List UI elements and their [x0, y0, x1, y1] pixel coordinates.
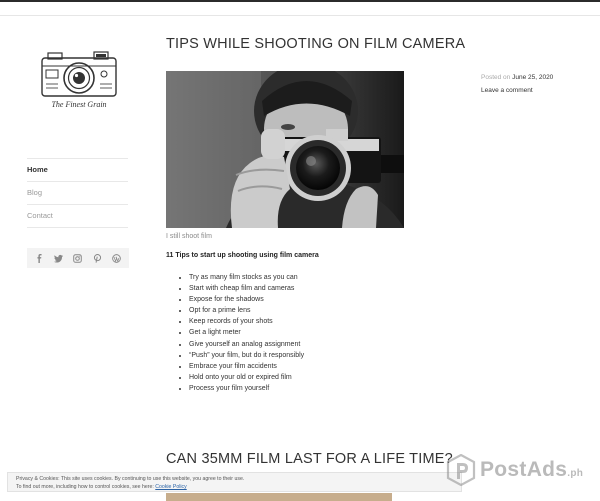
list-item: Try as many film stocks as you can	[189, 272, 304, 283]
list-item: Opt for a prime lens	[189, 305, 304, 316]
list-item: Hold onto your old or expired film	[189, 372, 304, 383]
cookie-banner: Privacy & Cookies: This site uses cookie…	[7, 472, 462, 492]
main-navigation: Home Blog Contact	[27, 158, 128, 228]
posted-on-label: Posted on	[481, 74, 511, 81]
site-logo[interactable]: The Finest Grain	[38, 46, 120, 114]
list-item: Start with cheap film and cameras	[189, 283, 304, 294]
post-title[interactable]: TIPS WHILE SHOOTING ON FILM CAMERA	[166, 36, 465, 52]
watermark-text: PostAds.ph	[480, 458, 583, 482]
next-post-image	[166, 493, 392, 501]
tips-list: Try as many film stocks as you can Start…	[178, 272, 304, 394]
top-bar	[0, 0, 600, 2]
tips-heading: 11 Tips to start up shooting using film …	[166, 252, 319, 259]
logo-text: The Finest Grain	[51, 100, 106, 109]
cookie-policy-link[interactable]: Cookie Policy	[155, 484, 186, 490]
list-item: Process your film yourself	[189, 383, 304, 394]
nav-item-blog[interactable]: Blog	[27, 181, 128, 204]
wordpress-icon[interactable]	[110, 252, 122, 264]
list-item: Give yourself an analog assignment	[189, 339, 304, 350]
header-divider	[0, 15, 600, 16]
next-post-title[interactable]: CAN 35MM FILM LAST FOR A LIFE TIME?	[166, 451, 453, 467]
leave-comment-link[interactable]: Leave a comment	[481, 87, 533, 94]
photographer-photo	[166, 71, 404, 228]
watermark-brand: PostAds	[480, 458, 568, 481]
instagram-icon[interactable]	[72, 252, 84, 264]
cookie-text: Privacy & Cookies: This site uses cookie…	[16, 476, 245, 482]
postads-logo-icon	[446, 454, 476, 486]
camera-logo-icon: The Finest Grain	[41, 51, 117, 109]
post-date-link[interactable]: June 25, 2020	[512, 74, 553, 81]
twitter-icon[interactable]	[53, 252, 65, 264]
postads-watermark: PostAds.ph	[446, 452, 596, 488]
post-featured-image	[166, 71, 404, 228]
social-links	[27, 248, 129, 268]
facebook-icon[interactable]	[34, 252, 46, 264]
watermark-suffix: .ph	[567, 468, 584, 479]
post-meta: Posted on June 25, 2020 Leave a comment	[481, 71, 553, 97]
cookie-text-more: To find out more, including how to contr…	[16, 484, 154, 490]
list-item: Expose for the shadows	[189, 294, 304, 305]
pinterest-icon[interactable]	[91, 252, 103, 264]
nav-divider	[27, 227, 128, 228]
nav-item-home[interactable]: Home	[27, 158, 128, 181]
nav-item-contact[interactable]: Contact	[27, 204, 128, 227]
image-caption: I still shoot film	[166, 233, 212, 240]
list-item: Embrace your film accidents	[189, 361, 304, 372]
list-item: “Push” your film, but do it responsibly	[189, 350, 304, 361]
list-item: Get a light meter	[189, 327, 304, 338]
list-item: Keep records of your shots	[189, 316, 304, 327]
